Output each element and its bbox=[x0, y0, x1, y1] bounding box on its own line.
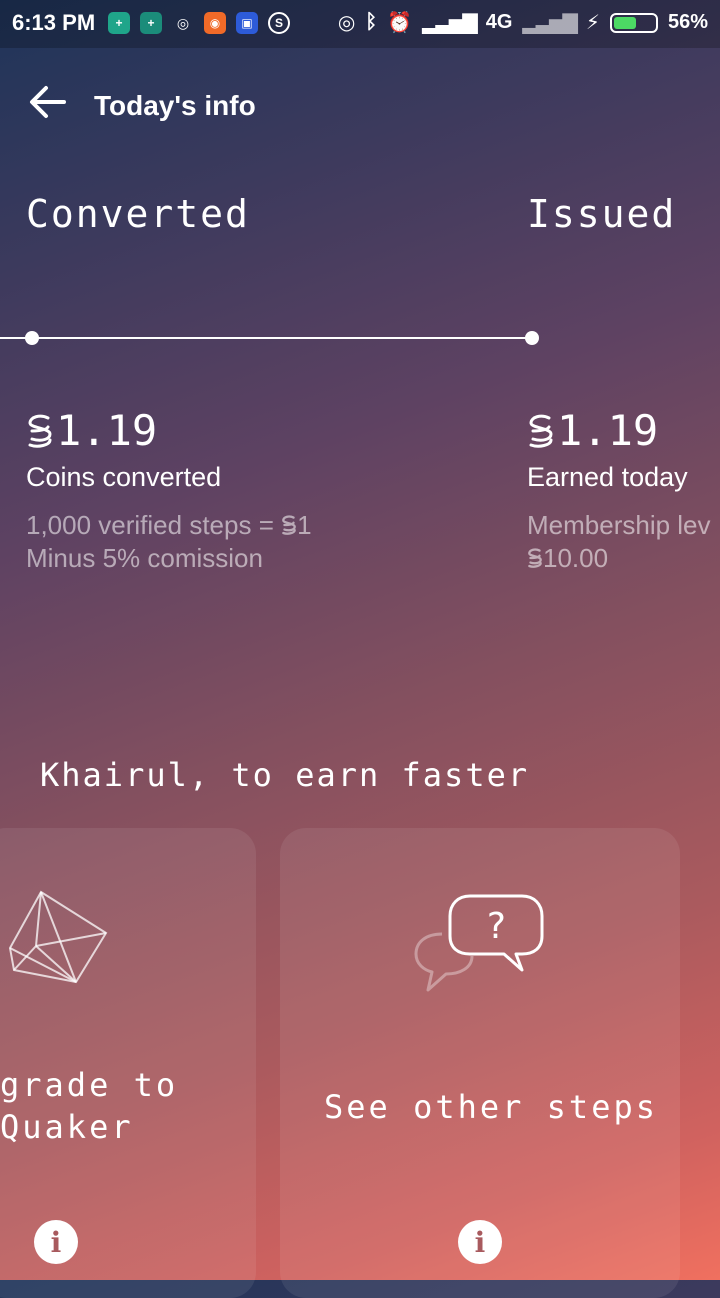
upgrade-card[interactable]: grade to Quaker i bbox=[0, 828, 256, 1298]
coin-icon bbox=[529, 414, 553, 448]
arrow-left-icon bbox=[30, 86, 66, 118]
converted-value: 1.19 bbox=[56, 406, 158, 455]
coins-converted-label: Coins converted bbox=[26, 462, 222, 492]
network-type: 4G bbox=[485, 11, 513, 33]
commission-text: Minus 5% comission bbox=[26, 543, 263, 573]
notification-icons: + + ◎ ◉ ▣ S bbox=[108, 12, 290, 34]
app-notification-icon: ◉ bbox=[204, 12, 226, 34]
app-notification-icon: ▣ bbox=[236, 12, 258, 34]
app-notification-icon: S bbox=[268, 12, 290, 34]
conversion-rate-label: 1,000 verified steps = bbox=[26, 510, 282, 540]
info-icon[interactable]: i bbox=[34, 1220, 78, 1264]
converted-heading: Converted bbox=[26, 192, 250, 236]
conversion-rate-value: 1 bbox=[297, 510, 312, 540]
app-notification-icon: + bbox=[108, 12, 130, 34]
coin-icon bbox=[282, 515, 296, 535]
app-notification-icon: + bbox=[140, 12, 162, 34]
page-title: Today's info bbox=[94, 90, 256, 121]
crystal-icon bbox=[8, 890, 108, 984]
charging-icon: ⚡ bbox=[585, 12, 600, 34]
issued-amount: 1.19 bbox=[527, 406, 658, 455]
conversion-rate-text: 1,000 verified steps = 1 bbox=[26, 510, 312, 541]
sync-icon: ◎ bbox=[337, 12, 356, 34]
bluetooth-icon: ᛒ bbox=[365, 11, 378, 33]
upgrade-line-1: grade to bbox=[0, 1066, 179, 1104]
issued-heading: Issued bbox=[527, 192, 677, 236]
back-button[interactable] bbox=[28, 84, 68, 120]
svg-text:?: ? bbox=[485, 906, 507, 947]
earn-faster-title: Khairul, to earn faster bbox=[40, 756, 530, 794]
timeline-dot bbox=[25, 331, 39, 345]
status-bar: 6:13 PM + + ◎ ◉ ▣ S ◎ ᛒ ⏰ ▂▃▅▇ 4G ▂▃▅▇ ⚡… bbox=[0, 0, 720, 48]
battery-fill bbox=[613, 16, 637, 29]
status-time: 6:13 PM bbox=[12, 10, 96, 35]
see-other-steps-label: See other steps bbox=[324, 1088, 658, 1126]
chat-question-icon: ? bbox=[414, 894, 544, 992]
membership-value: 10.00 bbox=[543, 543, 609, 573]
issued-value: 1.19 bbox=[557, 406, 659, 455]
battery-icon bbox=[609, 12, 658, 33]
info-icon[interactable]: i bbox=[458, 1220, 502, 1264]
battery-percent: 56% bbox=[667, 11, 708, 33]
timeline-dot bbox=[525, 331, 539, 345]
signal-icon: ▂▃▅▇ bbox=[422, 12, 478, 34]
app-bar: Today's info bbox=[0, 48, 720, 160]
upgrade-line-2: Quaker bbox=[0, 1108, 134, 1146]
earned-today-label: Earned today bbox=[527, 462, 688, 492]
converted-amount: 1.19 bbox=[26, 406, 157, 455]
coin-icon bbox=[528, 548, 542, 568]
alarm-icon: ⏰ bbox=[387, 12, 413, 34]
timeline-line bbox=[0, 337, 532, 339]
other-steps-card[interactable]: ? See other steps i bbox=[280, 828, 680, 1298]
membership-text: Membership lev bbox=[527, 510, 711, 540]
signal-icon-2: ▂▃▅▇ bbox=[522, 12, 578, 34]
coin-icon bbox=[28, 414, 52, 448]
membership-amount: 10.00 bbox=[527, 543, 608, 574]
app-notification-icon: ◎ bbox=[176, 14, 190, 31]
status-right: ◎ ᛒ ⏰ ▂▃▅▇ 4G ▂▃▅▇ ⚡ 56% bbox=[338, 10, 708, 35]
